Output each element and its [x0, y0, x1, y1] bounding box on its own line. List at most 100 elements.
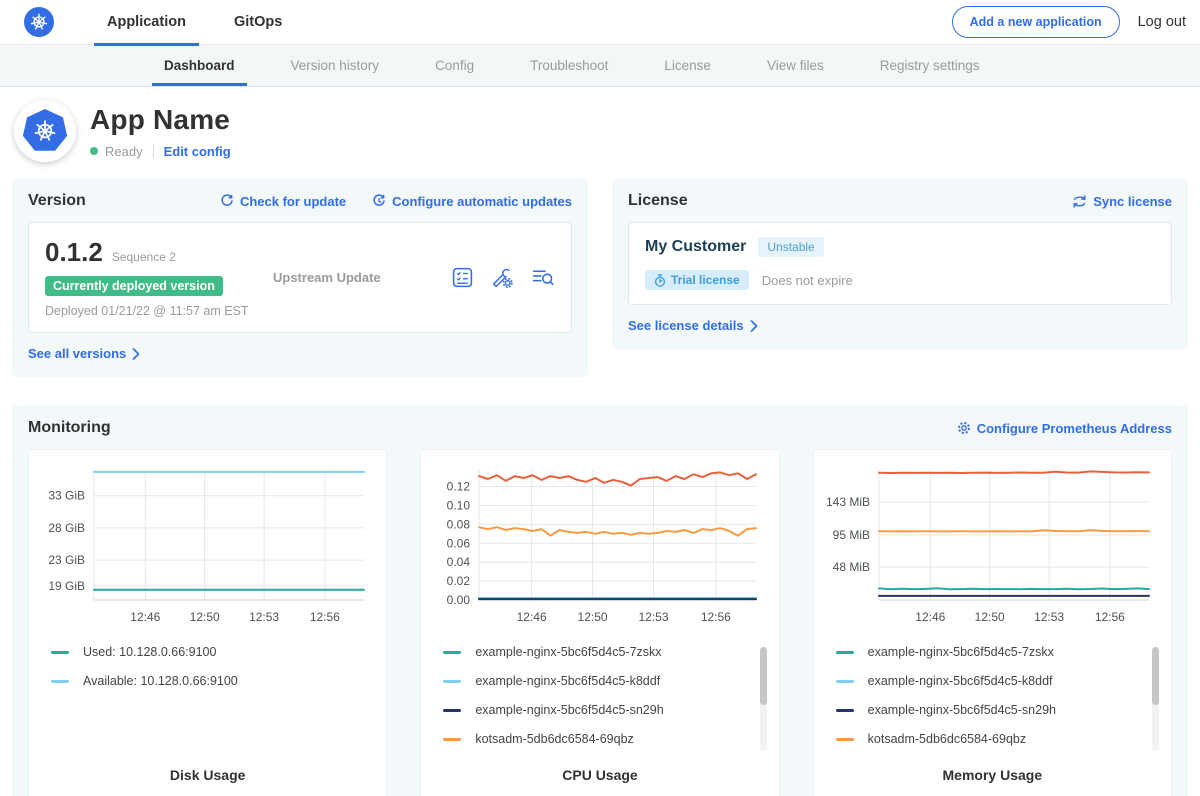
see-license-details-link[interactable]: See license details [628, 318, 758, 333]
svg-text:12:56: 12:56 [701, 610, 731, 624]
expiration-label: Does not expire [762, 273, 853, 288]
version-panel: Version Check for update [12, 178, 588, 377]
tab-application[interactable]: Application [94, 0, 199, 45]
svg-text:12:56: 12:56 [310, 610, 340, 624]
legend-label: example-nginx-5bc6f5d4c5-k8ddf [868, 674, 1053, 688]
legend-swatch [836, 651, 854, 654]
svg-text:12:53: 12:53 [639, 610, 669, 624]
tab-dashboard[interactable]: Dashboard [152, 45, 247, 86]
svg-text:12:53: 12:53 [249, 610, 279, 624]
legend-swatch [836, 738, 854, 741]
legend-item: example-nginx-5bc6f5d4c5-k8ddf [836, 674, 1139, 688]
license-type-badge: Trial license [645, 270, 749, 290]
configure-automatic-updates-link[interactable]: Configure automatic updates [372, 194, 572, 209]
svg-text:0.12: 0.12 [447, 480, 471, 494]
edit-config-link[interactable]: Edit config [164, 144, 231, 159]
legend-item: Used: 10.128.0.66:9100 [51, 645, 354, 659]
legend-swatch [443, 680, 461, 683]
svg-text:12:46: 12:46 [130, 610, 160, 624]
channel-badge: Unstable [758, 237, 823, 257]
legend-swatch [836, 680, 854, 683]
version-number: 0.1.2 [45, 237, 103, 268]
legend-label: example-nginx-5bc6f5d4c5-sn29h [868, 703, 1056, 717]
legend-item: kotsadm-5db6dc6584-69qbz [836, 732, 1139, 746]
tab-registry-settings[interactable]: Registry settings [868, 45, 992, 86]
chevron-right-icon [132, 348, 140, 360]
legend-item: example-nginx-5bc6f5d4c5-7zskx [836, 645, 1139, 659]
svg-text:143 MiB: 143 MiB [826, 495, 870, 509]
version-source-label: Upstream Update [263, 270, 451, 285]
svg-text:12:53: 12:53 [1034, 610, 1064, 624]
license-panel-title: License [628, 192, 688, 210]
memory-usage-plot: 48 MiB95 MiB143 MiB12:4612:5012:5312:56 [824, 462, 1155, 626]
legend-label: example-nginx-5bc6f5d4c5-sn29h [475, 703, 663, 717]
legend-item: Available: 10.128.0.66:9100 [51, 674, 354, 688]
legend-swatch [443, 738, 461, 741]
tab-version-history[interactable]: Version history [279, 45, 392, 86]
svg-text:12:56: 12:56 [1094, 610, 1124, 624]
legend-swatch [836, 709, 854, 712]
legend-label: Used: 10.128.0.66:9100 [83, 645, 216, 659]
tab-config[interactable]: Config [423, 45, 486, 86]
svg-text:0.08: 0.08 [447, 517, 471, 531]
license-detail-card: My Customer Unstable Trial license Doe [628, 222, 1172, 305]
chart-card-disk-usage: 19 GiB23 GiB28 GiB33 GiB12:4612:5012:531… [28, 449, 387, 796]
logout-button[interactable]: Log out [1138, 14, 1186, 30]
topnav-right: Add a new application Log out [952, 6, 1186, 38]
view-files-search-icon[interactable] [531, 266, 555, 289]
configure-prometheus-link[interactable]: Configure Prometheus Address [957, 421, 1172, 436]
legend-swatch [51, 651, 69, 654]
tab-view-files[interactable]: View files [755, 45, 836, 86]
svg-text:95 MiB: 95 MiB [832, 528, 869, 542]
svg-text:12:46: 12:46 [517, 610, 547, 624]
edit-config-wrench-icon[interactable] [491, 266, 514, 289]
sequence-label: Sequence 2 [112, 250, 176, 264]
svg-text:0.10: 0.10 [447, 498, 471, 512]
legend-scrollbar[interactable] [760, 647, 767, 751]
legend-item: kotsadm-5db6dc6584-69qbz [443, 732, 746, 746]
sync-arrows-icon [1072, 195, 1087, 208]
legend-label: example-nginx-5bc6f5d4c5-7zskx [475, 645, 661, 659]
tab-gitops[interactable]: GitOps [221, 0, 295, 45]
charts-row: 19 GiB23 GiB28 GiB33 GiB12:4612:5012:531… [28, 449, 1172, 796]
legend-scrollbar-thumb[interactable] [1152, 647, 1159, 705]
svg-text:0.06: 0.06 [447, 536, 471, 550]
svg-text:12:50: 12:50 [578, 610, 608, 624]
app-subnav: Dashboard Version history Config Troublesho… [0, 45, 1200, 87]
cpu-usage-plot: 0.000.020.040.060.080.100.1212:4612:5012… [431, 462, 762, 626]
tab-license[interactable]: License [652, 45, 723, 86]
kubernetes-heptagon-icon [22, 109, 68, 153]
kubernetes-logo-icon[interactable] [24, 7, 54, 37]
sync-license-link[interactable]: Sync license [1072, 194, 1172, 209]
chart-title: CPU Usage [431, 767, 768, 783]
check-for-update-link[interactable]: Check for update [220, 194, 346, 209]
page-title: App Name [90, 104, 231, 136]
chart-title: Disk Usage [39, 767, 376, 783]
tab-troubleshoot[interactable]: Troubleshoot [518, 45, 620, 86]
cpu-usage-legend: example-nginx-5bc6f5d4c5-7zskx example-ng… [443, 645, 768, 757]
svg-text:0.02: 0.02 [447, 574, 471, 588]
legend-scrollbar-thumb[interactable] [760, 647, 767, 705]
legend-scrollbar[interactable] [1152, 647, 1159, 751]
svg-text:23 GiB: 23 GiB [48, 553, 85, 567]
legend-swatch [443, 651, 461, 654]
add-application-button[interactable]: Add a new application [952, 6, 1120, 38]
chart-card-cpu-usage: 0.000.020.040.060.080.100.1212:4612:5012… [420, 449, 779, 796]
legend-item: example-nginx-5bc6f5d4c5-k8ddf [443, 674, 746, 688]
legend-label: example-nginx-5bc6f5d4c5-k8ddf [475, 674, 660, 688]
svg-text:28 GiB: 28 GiB [48, 521, 85, 535]
ship-wheel-icon [31, 117, 59, 145]
app-kubernetes-icon [14, 100, 76, 162]
see-all-versions-link[interactable]: See all versions [28, 346, 140, 361]
disk-usage-legend: Used: 10.128.0.66:9100 Available: 10.128.… [51, 645, 376, 757]
legend-item: example-nginx-5bc6f5d4c5-7zskx [443, 645, 746, 659]
legend-label: example-nginx-5bc6f5d4c5-7zskx [868, 645, 1054, 659]
preflight-checks-icon[interactable] [451, 266, 474, 289]
current-version-card: 0.1.2 Sequence 2 Currently deployed vers… [28, 222, 572, 333]
legend-label: kotsadm-5db6dc6584-69qbz [475, 732, 633, 746]
chart-card-memory-usage: 48 MiB95 MiB143 MiB12:4612:5012:5312:56e… [813, 449, 1172, 796]
legend-label: Available: 10.128.0.66:9100 [83, 674, 238, 688]
svg-text:12:50: 12:50 [974, 610, 1004, 624]
auto-update-clock-icon [372, 194, 386, 208]
deployed-timestamp: Deployed 01/21/22 @ 11:57 am EST [45, 304, 263, 318]
